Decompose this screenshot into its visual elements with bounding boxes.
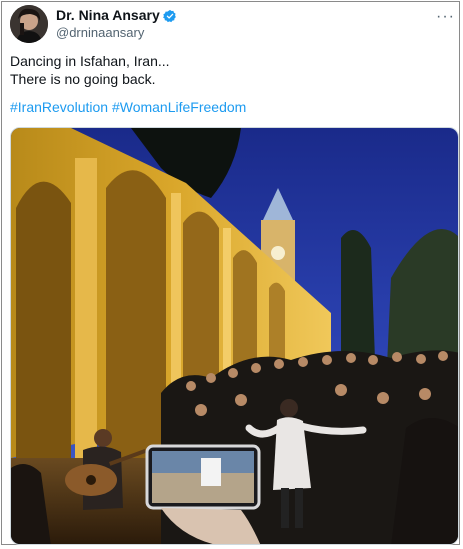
tweet-header: Dr. Nina Ansary @drninaansary	[10, 4, 451, 44]
avatar-image	[10, 5, 48, 43]
tweet-text-line-2: There is no going back.	[10, 71, 156, 87]
hashtag-row: #IranRevolution #WomanLifeFreedom	[10, 99, 246, 115]
author-name[interactable]: Dr. Nina Ansary	[56, 7, 160, 25]
hashtag-womanlifefreedom[interactable]: #WomanLifeFreedom	[112, 99, 246, 115]
hashtag-iranrevolution[interactable]: #IranRevolution	[10, 99, 108, 115]
tweet-text-line-1: Dancing in Isfahan, Iran...	[10, 53, 170, 69]
more-options-icon[interactable]: ···	[436, 8, 455, 26]
tweet-card: Dr. Nina Ansary @drninaansary ··· Dancin…	[1, 1, 460, 545]
author-handle[interactable]: @drninaansary	[56, 25, 177, 41]
video-frame-illustration	[11, 128, 458, 544]
author-block: Dr. Nina Ansary @drninaansary	[56, 7, 177, 41]
video-still[interactable]	[10, 127, 459, 545]
avatar[interactable]	[10, 5, 48, 43]
tweet-text: Dancing in Isfahan, Iran... There is no …	[10, 52, 451, 88]
verified-badge-icon	[162, 9, 176, 22]
